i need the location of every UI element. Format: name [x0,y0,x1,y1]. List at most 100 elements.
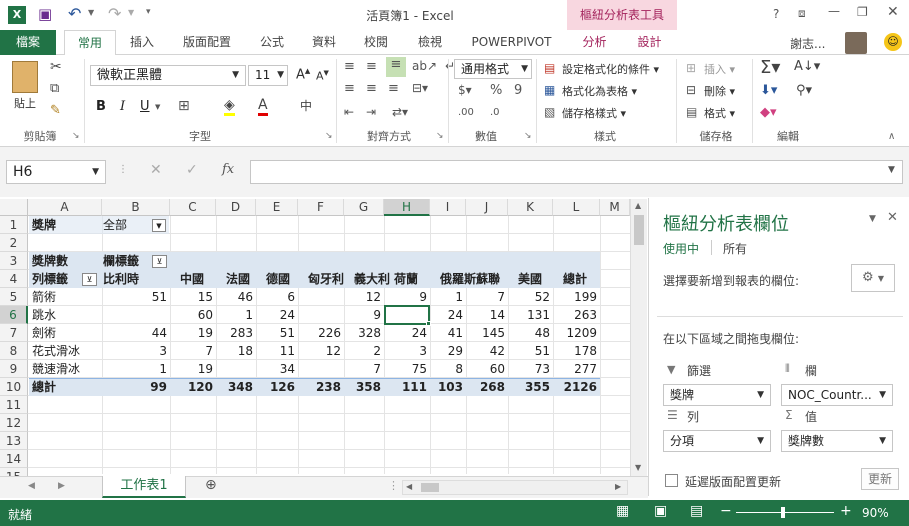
column-header-l[interactable]: L [553,199,600,216]
pivot-column-header[interactable]: 德國 [266,270,290,288]
grand-total-cell[interactable]: 103 [430,378,463,396]
row-header-11[interactable]: 11 [0,396,28,414]
pivot-value-cell[interactable]: 19 [170,360,213,378]
pivot-value-cell[interactable]: 19 [170,324,213,342]
pivot-value-cell[interactable]: 131 [508,306,550,324]
autosum-icon[interactable]: Σ▾ [760,57,780,78]
pivot-value-cell[interactable]: 3 [102,342,167,360]
pivot-value-cell[interactable]: 9 [344,306,381,324]
find-select-icon[interactable]: ⚲▾ [796,83,812,98]
column-header-e[interactable]: E [256,199,298,216]
conditional-format-icon[interactable]: ▤ [544,61,555,75]
pivot-value-cell[interactable]: 46 [216,288,253,306]
pivot-value-cell[interactable]: 199 [553,288,597,306]
collapse-ribbon-icon[interactable]: ∧ [888,131,895,142]
pivot-value-cell[interactable]: 75 [384,360,427,378]
smiley-icon[interactable]: ☺ [884,33,902,51]
pivot-value-cell[interactable]: 14 [466,306,505,324]
pivot-value-cell[interactable] [298,288,341,306]
pivot-column-header[interactable]: 總計 [563,270,587,288]
tab-analyze[interactable]: 分析 [567,30,622,55]
scroll-left-icon[interactable]: ◀ [406,482,412,491]
pivot-row-label[interactable]: 花式滑冰 [32,342,80,360]
column-header-j[interactable]: J [466,199,508,216]
insert-function-icon[interactable]: fx [222,162,234,177]
select-all-corner[interactable] [0,199,28,216]
tab-powerpivot[interactable]: POWERPIVOT [464,30,559,55]
zoom-out-icon[interactable]: − [720,503,732,519]
formula-input[interactable] [250,160,903,184]
column-header-k[interactable]: K [508,199,553,216]
pane-options-icon[interactable]: ▼ [869,214,876,224]
align-center-icon[interactable]: ≡ [366,81,377,96]
number-launcher-icon[interactable]: ↘ [524,131,532,141]
pivot-value-cell[interactable]: 24 [384,324,427,342]
pivot-value-cell[interactable]: 6 [256,288,295,306]
shrink-font-icon[interactable]: A▼ [316,69,329,83]
save-icon[interactable]: ▣ [38,5,52,23]
format-cells-button[interactable]: 格式 ▾ [704,105,735,121]
number-format-select[interactable]: 通用格式 ▼ [454,59,532,79]
help-icon[interactable]: ? [773,7,779,21]
pivot-value-cell[interactable]: 73 [508,360,550,378]
pivot-column-header[interactable]: 俄羅斯 [440,270,476,288]
grand-total-cell[interactable]: 238 [298,378,341,396]
column-header-b[interactable]: B [102,199,170,216]
delete-cells-icon[interactable]: ⊟ [686,83,696,97]
decrease-indent-icon[interactable]: ⇤ [344,105,354,119]
zoom-slider-track[interactable] [736,512,834,513]
tab-review[interactable]: 校閱 [354,30,398,55]
grand-total-cell[interactable]: 126 [256,378,295,396]
pivot-value-cell[interactable]: 48 [508,324,550,342]
pivot-value-cell[interactable]: 1 [430,288,463,306]
grand-total-cell[interactable]: 268 [466,378,505,396]
alignment-launcher-icon[interactable]: ↘ [436,131,444,141]
field-settings-button[interactable]: ⚙ ▼ [851,264,895,292]
vertical-scroll-thumb[interactable] [634,215,644,245]
text-direction-icon[interactable]: ⇄▾ [392,105,408,119]
tab-file[interactable]: 檔案 [0,30,56,55]
grand-total-cell[interactable]: 111 [384,378,427,396]
column-header-i[interactable]: I [430,199,466,216]
pivot-value-cell[interactable]: 51 [102,288,167,306]
name-box[interactable]: H6 ▼ [6,160,106,184]
paste-icon[interactable] [12,61,38,93]
column-header-f[interactable]: F [298,199,344,216]
pivot-row-label[interactable]: 跳水 [32,306,56,324]
selected-cell-h6[interactable] [384,305,430,325]
pivot-value-cell[interactable]: 7 [170,342,213,360]
fill-color-icon[interactable]: ◈ [224,97,235,116]
column-header-m[interactable]: M [600,199,630,216]
filters-area-item[interactable]: 獎牌 ▼ [663,384,771,406]
pivot-column-header[interactable]: 中國 [180,270,204,288]
pivot-row-label[interactable]: 箭術 [32,288,56,306]
horizontal-scrollbar[interactable]: ◀ ▶ [402,480,628,495]
columns-area-item[interactable]: NOC_Countr... ▼ [781,384,893,406]
tab-page-layout[interactable]: 版面配置 [172,30,242,55]
tab-insert[interactable]: 插入 [120,30,164,55]
pivot-value-cell[interactable]: 15 [170,288,213,306]
row-header-2[interactable]: 2 [0,234,28,252]
undo-dropdown-icon[interactable]: ▼ [88,8,94,17]
row-header-4[interactable]: 4 [0,270,28,288]
ribbon-display-icon[interactable]: ⧈ [798,6,806,21]
font-name-select[interactable]: 微軟正黑體 ▼ [90,65,246,86]
horizontal-scroll-thumb[interactable] [421,483,439,492]
user-name[interactable]: 謝志... [790,35,825,52]
pivot-column-header[interactable]: 匈牙利 [308,270,344,288]
fill-icon[interactable]: ⬇▾ [760,83,777,98]
customize-qat-icon[interactable]: ▾ [146,7,151,17]
orientation-icon[interactable]: ab↗ [412,59,437,73]
row-filter-icon[interactable]: ⊻ [82,273,97,286]
cell-styles-button[interactable]: 儲存格樣式 ▾ [562,105,626,121]
clipboard-launcher-icon[interactable]: ↘ [72,131,80,141]
pivot-value-cell[interactable]: 29 [430,342,463,360]
comma-icon[interactable]: 9 [514,83,522,98]
grand-total-cell[interactable]: 99 [102,378,167,396]
column-filter-icon[interactable]: ⊻ [152,255,167,268]
pivot-value-cell[interactable]: 51 [256,324,295,342]
column-header-d[interactable]: D [216,199,256,216]
name-box-splitter-icon[interactable]: ⋮ [118,164,128,175]
filter-dropdown-icon[interactable]: ▼ [152,219,166,232]
row-header-14[interactable]: 14 [0,450,28,468]
